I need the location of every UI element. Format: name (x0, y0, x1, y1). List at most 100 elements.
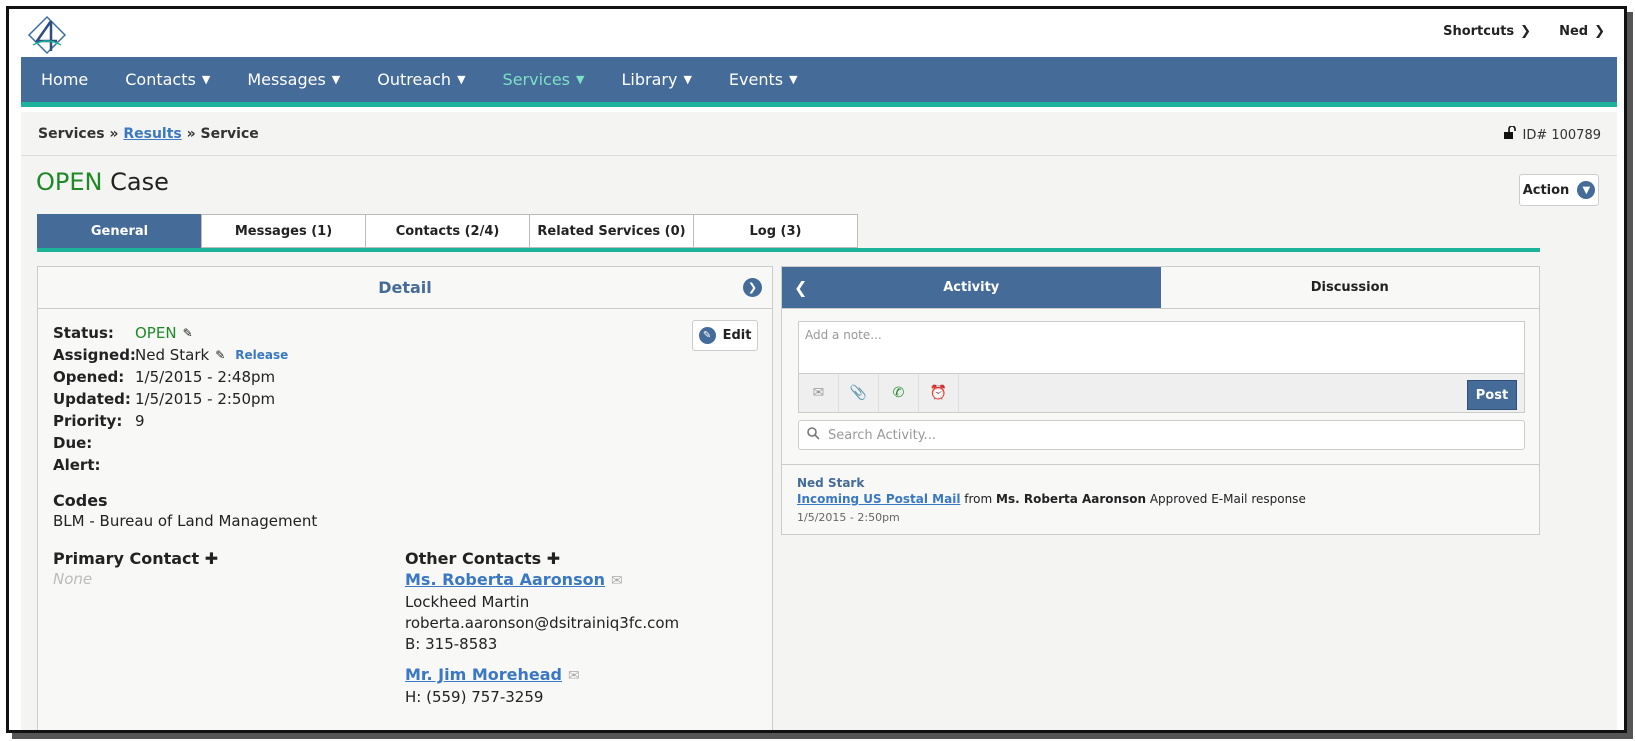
tab-discussion[interactable]: Discussion (1161, 267, 1540, 308)
note-input[interactable]: Add a note... (799, 322, 1524, 374)
nav-services-label: Services (502, 70, 571, 89)
field-value-updated: 1/5/2015 - 2:50pm (135, 390, 276, 408)
field-label: Due: (53, 434, 93, 452)
activity-author: Ned Stark (797, 476, 865, 490)
primary-contact-value: None (53, 570, 93, 588)
detail-fields: Status: OPEN ✎ Assigned: Ned Stark ✎ Rel… (53, 322, 288, 476)
note-composer: Add a note... ✉ 📎 ✆ ⏰ Post (798, 321, 1525, 413)
nav-messages-label: Messages (247, 70, 326, 89)
tab-general-label: General (90, 223, 149, 239)
nav-contacts[interactable]: Contacts ▼ (125, 70, 210, 89)
detail-header: Detail ❯ (38, 267, 772, 309)
pencil-icon: ✎ (698, 327, 716, 344)
main-nav: Home Contacts ▼ Messages ▼ Outreach ▼ Servi… (21, 57, 1617, 107)
primary-contact-section: Primary Contact ✚ None (53, 548, 218, 590)
contact-name-link[interactable]: Mr. Jim Morehead (405, 665, 562, 684)
breadcrumb-separator: » (109, 126, 119, 142)
tab-log[interactable]: Log (3) (693, 214, 858, 248)
nav-library-label: Library (621, 70, 678, 89)
chevron-down-icon: ▼ (683, 73, 692, 86)
breadcrumb: Services » Results » Service (38, 126, 259, 142)
nav-messages[interactable]: Messages ▼ (247, 70, 340, 89)
chevron-right-icon[interactable]: ❯ (743, 278, 762, 297)
contact-entry: Ms. Roberta Aaronson ✉ Lockheed Martin ro… (405, 569, 679, 655)
field-row-due: Due: (53, 432, 288, 454)
breadcrumb-root: Services (38, 126, 105, 142)
breadcrumb-separator: » (186, 126, 196, 142)
other-contacts-section: Other Contacts ✚ Ms. Roberta Aaronson ✉ L… (405, 548, 679, 708)
edit-button[interactable]: ✎ Edit (692, 320, 758, 351)
activity-message-link[interactable]: Incoming US Postal Mail (797, 492, 960, 506)
activity-date: 1/5/2015 - 2:50pm (797, 511, 900, 524)
nav-home[interactable]: Home (41, 70, 88, 89)
tab-messages[interactable]: Messages (1) (201, 214, 366, 248)
chevron-down-icon: ▼ (201, 73, 211, 86)
chevron-down-icon: ❯ (1594, 24, 1605, 39)
nav-outreach-label: Outreach (377, 70, 452, 89)
breadcrumb-results-link[interactable]: Results (123, 126, 181, 142)
field-value-priority: 9 (135, 412, 145, 430)
field-value-status: OPEN (135, 324, 177, 342)
codes-section: Codes BLM - Bureau of Land Management (53, 490, 317, 532)
tab-contacts-label: Contacts (2/4) (395, 223, 500, 239)
nav-events[interactable]: Events ▼ (729, 70, 798, 89)
tab-related-services[interactable]: Related Services (0) (529, 214, 694, 248)
activity-from-word: from (964, 492, 993, 506)
action-label: Action (1522, 182, 1570, 198)
tab-general[interactable]: General (37, 214, 202, 248)
unlock-icon[interactable] (1503, 125, 1517, 144)
envelope-icon[interactable]: ✉ (568, 668, 580, 684)
alarm-clock-icon[interactable]: ⏰ (919, 374, 959, 412)
nav-events-label: Events (728, 70, 784, 89)
primary-contact-heading: Primary Contact (53, 549, 200, 568)
action-button[interactable]: Action ▼ (1519, 174, 1599, 206)
envelope-icon[interactable]: ✉ (799, 374, 839, 412)
field-value-assigned: Ned Stark (135, 346, 210, 364)
chevron-down-icon: ▼ (576, 73, 585, 86)
app-logo[interactable] (27, 15, 67, 55)
field-row-priority: Priority: 9 (53, 410, 288, 432)
activity-from-name: Ms. Roberta Aaronson (996, 492, 1147, 506)
field-row-alert: Alert: (53, 454, 288, 476)
contact-line: Lockheed Martin (405, 593, 530, 611)
shortcuts-label: Shortcuts (1443, 24, 1515, 39)
add-icon[interactable]: ✚ (547, 549, 560, 568)
chevron-down-icon: ❯ (1520, 24, 1532, 39)
envelope-icon[interactable]: ✉ (611, 573, 623, 589)
release-link[interactable]: Release (235, 344, 288, 366)
add-icon[interactable]: ✚ (205, 549, 218, 568)
app-window: Shortcuts ❯ Ned ❯ Home Contacts ▼ Messages ▼… (6, 6, 1627, 733)
field-label: Alert: (53, 456, 101, 474)
phone-icon[interactable]: ✆ (879, 374, 919, 412)
contact-line: B: 315-8583 (405, 635, 498, 653)
nav-library[interactable]: Library ▼ (621, 70, 691, 89)
other-contacts-heading: Other Contacts (405, 549, 542, 568)
tab-messages-label: Messages (1) (234, 223, 333, 239)
field-label: Updated: (53, 390, 131, 408)
tab-discussion-label: Discussion (1310, 280, 1389, 295)
nav-services[interactable]: Services ▼ (503, 70, 585, 89)
field-label: Assigned: (53, 346, 136, 364)
post-button[interactable]: Post (1467, 380, 1517, 410)
case-status-word: OPEN (36, 168, 103, 196)
activity-search-input[interactable]: Search Activity... (798, 420, 1525, 450)
chevron-left-icon[interactable]: ❮ (794, 278, 807, 297)
tab-contacts[interactable]: Contacts (2/4) (365, 214, 530, 248)
nav-home-label: Home (41, 70, 89, 89)
case-title-text: Case (110, 168, 169, 196)
nav-outreach[interactable]: Outreach ▼ (377, 70, 465, 89)
contact-entry: Mr. Jim Morehead ✉ H: (559) 757-3259 (405, 664, 679, 708)
field-row-updated: Updated: 1/5/2015 - 2:50pm (53, 388, 288, 410)
chevron-down-icon: ▼ (331, 73, 341, 86)
tab-activity-label: Activity (943, 280, 1000, 295)
tab-activity[interactable]: ❮ Activity (782, 267, 1161, 308)
user-menu[interactable]: Ned ❯ (1559, 24, 1605, 39)
field-value-opened: 1/5/2015 - 2:48pm (135, 368, 276, 386)
contact-name-link[interactable]: Ms. Roberta Aaronson (405, 570, 605, 589)
pencil-icon[interactable]: ✎ (215, 344, 225, 366)
paperclip-icon[interactable]: 📎 (839, 374, 879, 412)
contact-line: roberta.aaronson@dsitrainiq3fc.com (405, 614, 680, 632)
field-label: Status: (53, 324, 114, 342)
pencil-icon[interactable]: ✎ (183, 322, 193, 344)
shortcuts-menu[interactable]: Shortcuts ❯ (1443, 24, 1531, 39)
